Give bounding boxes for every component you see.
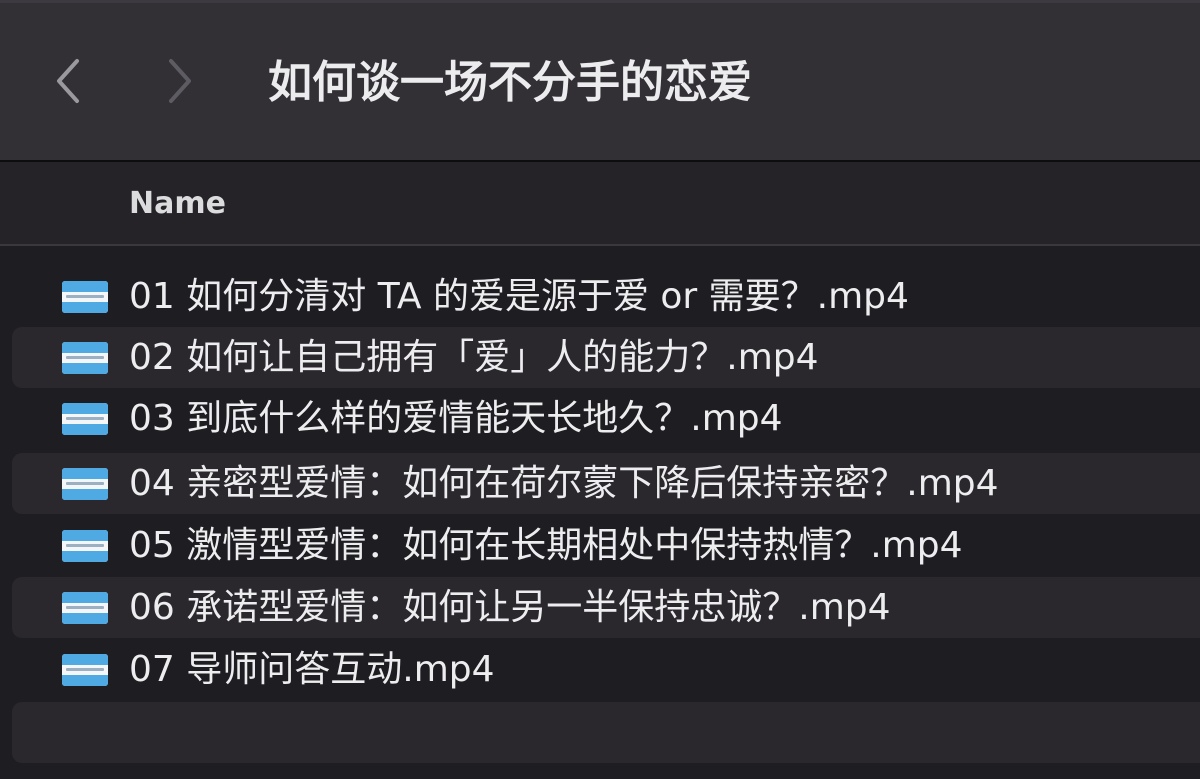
- video-file-icon: [62, 281, 108, 313]
- file-name: 07 导师问答互动.mp4: [129, 649, 495, 690]
- finder-window: 如何谈一场不分手的恋爱 Name 01 如何分清对 TA 的爱是源于爱 or 需…: [0, 0, 1200, 779]
- file-row[interactable]: 04 亲密型爱情：如何在荷尔蒙下降后保持亲密？.mp4: [12, 453, 1200, 514]
- back-button[interactable]: [38, 51, 98, 111]
- video-file-icon: [62, 592, 108, 624]
- video-file-icon: [62, 468, 108, 500]
- chevron-left-icon: [57, 59, 79, 103]
- file-name: 03 到底什么样的爱情能天长地久？.mp4: [129, 398, 783, 439]
- video-file-icon: [62, 530, 108, 562]
- file-name: 01 如何分清对 TA 的爱是源于爱 or 需要？.mp4: [129, 276, 909, 317]
- file-row[interactable]: 01 如何分清对 TA 的爱是源于爱 or 需要？.mp4: [12, 266, 1200, 327]
- file-row[interactable]: 06 承诺型爱情：如何让另一半保持忠诚？.mp4: [12, 577, 1200, 638]
- file-row[interactable]: 07 导师问答互动.mp4: [12, 639, 1200, 700]
- name-column-header[interactable]: Name: [129, 184, 226, 224]
- file-name: 04 亲密型爱情：如何在荷尔蒙下降后保持亲密？.mp4: [129, 463, 999, 504]
- video-file-icon: [62, 342, 108, 374]
- video-file-icon: [62, 403, 108, 435]
- file-name: 05 激情型爱情：如何在长期相处中保持热情？.mp4: [129, 525, 963, 566]
- file-name: 06 承诺型爱情：如何让另一半保持忠诚？.mp4: [129, 587, 891, 628]
- video-file-icon: [62, 654, 108, 686]
- forward-button[interactable]: [150, 51, 210, 111]
- file-row[interactable]: 05 激情型爱情：如何在长期相处中保持热情？.mp4: [12, 515, 1200, 576]
- list-header: Name: [0, 162, 1200, 246]
- file-row[interactable]: 02 如何让自己拥有「爱」人的能力？.mp4: [12, 327, 1200, 388]
- file-row[interactable]: 03 到底什么样的爱情能天长地久？.mp4: [12, 388, 1200, 449]
- toolbar: 如何谈一场不分手的恋爱: [0, 0, 1200, 162]
- empty-list-row: [12, 702, 1200, 763]
- folder-title: 如何谈一场不分手的恋爱: [268, 57, 752, 108]
- chevron-right-icon: [169, 59, 191, 103]
- file-name: 02 如何让自己拥有「爱」人的能力？.mp4: [129, 337, 819, 378]
